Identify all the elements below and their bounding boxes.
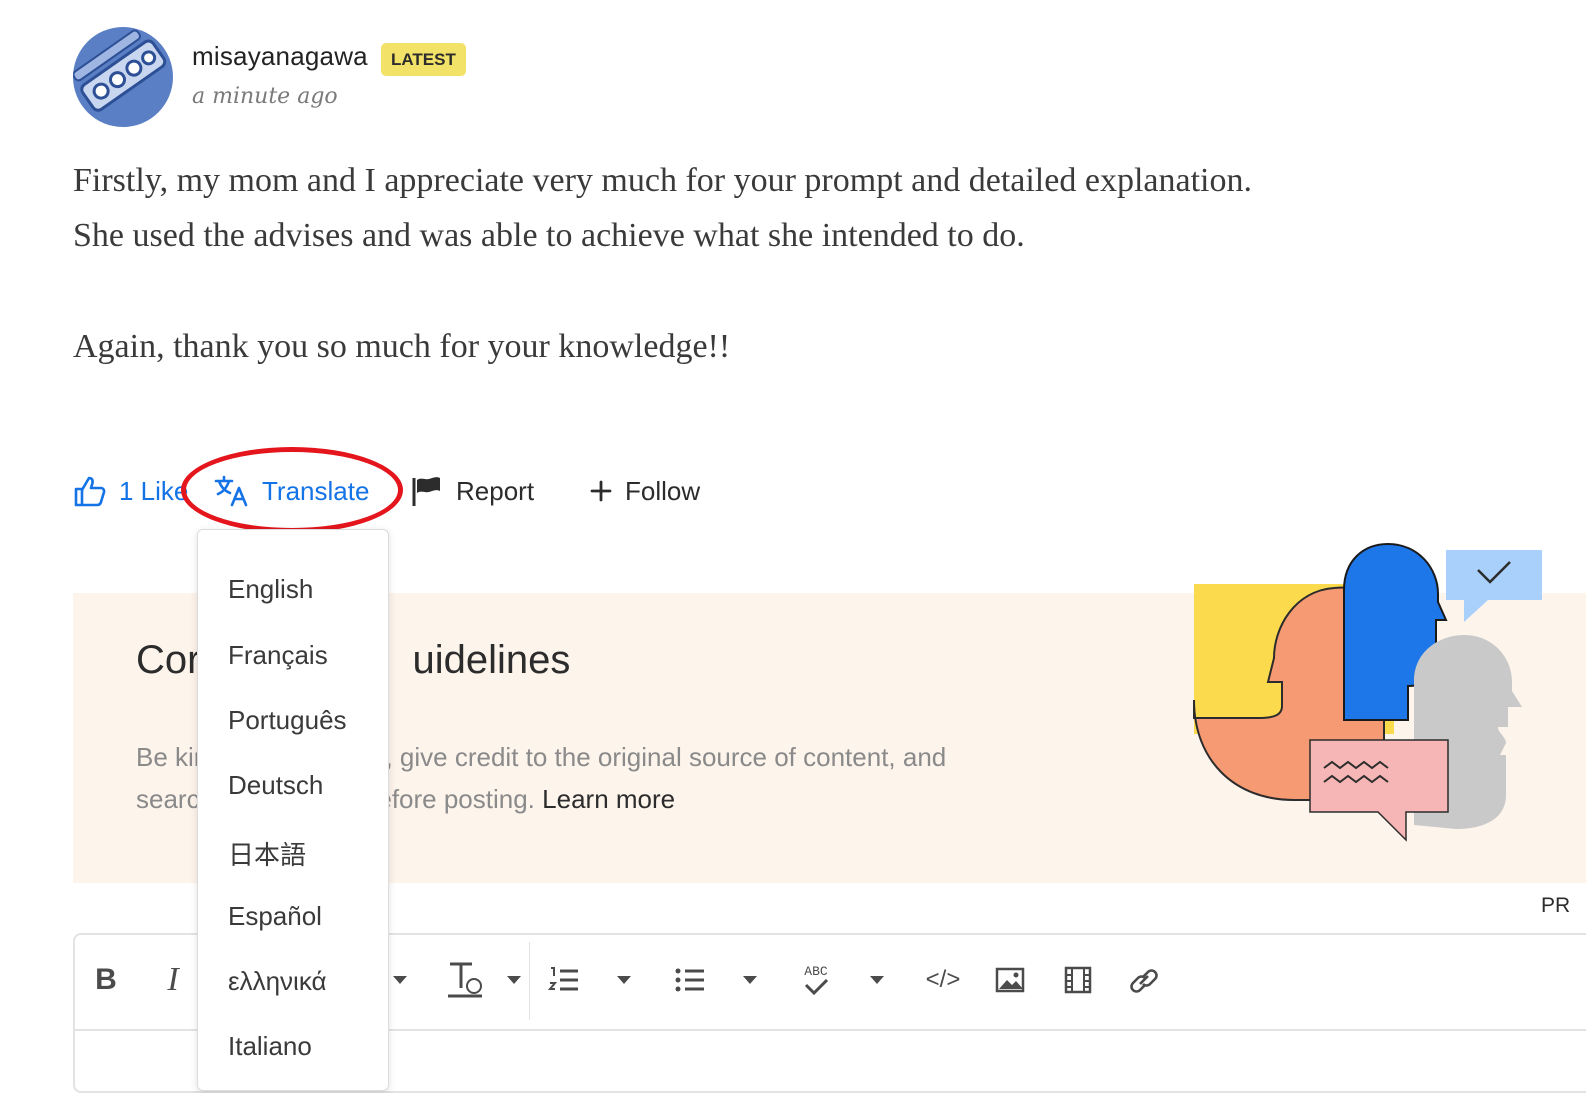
guidelines-text-part: efore posting. (377, 784, 535, 814)
spellcheck-button[interactable]: ABC (796, 958, 836, 1002)
post-author-name[interactable]: misayanagawa (192, 41, 368, 72)
italic-label: I (167, 961, 179, 998)
bullet-list-dropdown-arrow[interactable] (738, 958, 762, 1002)
guidelines-text-part: , give credit to the original source of … (385, 742, 947, 772)
text-style-button[interactable] (444, 958, 488, 1002)
user-avatar[interactable] (73, 27, 173, 127)
preview-tab-label[interactable]: PR (1541, 894, 1570, 918)
plus-icon (590, 480, 612, 502)
translate-button[interactable]: Translate (214, 474, 369, 508)
report-label: Report (456, 475, 535, 506)
report-button[interactable]: Report (410, 474, 534, 508)
language-option-portuguese[interactable]: Português (228, 705, 347, 736)
text-format-icon (448, 962, 482, 998)
insert-video-button[interactable] (1058, 958, 1098, 1002)
translate-icon (214, 475, 248, 507)
caret-down-icon (617, 976, 631, 984)
latest-badge: LATEST (381, 43, 466, 76)
language-option-japanese[interactable]: 日本語 (228, 835, 306, 872)
language-option-spanish[interactable]: Español (228, 901, 322, 932)
film-icon (1064, 966, 1092, 994)
post-timestamp: a minute ago (192, 84, 338, 109)
learn-more-link[interactable]: Learn more (542, 784, 675, 814)
bold-label: B (95, 963, 117, 996)
post-body-line: Again, thank you so much for your knowle… (73, 328, 731, 365)
language-option-greek[interactable]: ελληνικά (228, 966, 327, 997)
follow-button[interactable]: Follow (589, 474, 700, 508)
caret-down-icon (743, 976, 757, 984)
link-icon (1130, 969, 1158, 993)
post-body-line: She used the advises and was able to ach… (73, 217, 1025, 254)
bold-button[interactable]: B (88, 958, 124, 1002)
caret-down-icon (393, 976, 407, 984)
language-option-french[interactable]: Français (228, 640, 328, 671)
font-dropdown-arrow[interactable] (388, 958, 412, 1002)
guidelines-text-part: searcl (136, 784, 206, 814)
guidelines-text-part: Be kir (136, 742, 203, 772)
italic-button[interactable]: I (155, 958, 191, 1002)
bullet-list-button[interactable] (672, 958, 708, 1002)
image-icon (995, 967, 1025, 993)
check-icon (804, 979, 829, 995)
insert-link-button[interactable] (1124, 958, 1164, 1002)
translate-label: Translate (262, 475, 370, 506)
guidelines-title-part: uidelines (412, 638, 571, 682)
caret-down-icon (870, 976, 884, 984)
spellcheck-dropdown-arrow[interactable] (865, 958, 889, 1002)
code-label: </> (925, 966, 961, 993)
like-button[interactable]: 1 Like (73, 474, 188, 508)
bullet-list-icon (675, 968, 704, 992)
post-body-line: Firstly, my mom and I appreciate very mu… (73, 162, 1252, 199)
guidelines-title-part: Cor (136, 638, 201, 682)
text-style-dropdown-arrow[interactable] (502, 958, 526, 1002)
follow-label: Follow (625, 475, 701, 506)
caret-down-icon (507, 976, 521, 984)
thumbs-up-icon (74, 476, 106, 507)
like-count-label: 1 Like (119, 475, 189, 506)
insert-image-button[interactable] (990, 958, 1030, 1002)
community-illustration (1188, 540, 1586, 850)
code-button[interactable]: </> (920, 958, 966, 1002)
language-option-german[interactable]: Deutsch (228, 770, 323, 801)
numbered-list-icon (548, 967, 578, 991)
language-option-italian[interactable]: Italiano (228, 1031, 312, 1062)
toolbar-separator (529, 942, 530, 1020)
language-option-english[interactable]: English (228, 574, 313, 605)
spellcheck-label: ABC (804, 964, 828, 979)
translate-language-menu: English Français Português Deutsch 日本語 E… (197, 529, 389, 1091)
numbered-list-button[interactable] (546, 958, 582, 1002)
flag-icon (412, 477, 440, 506)
numbered-list-dropdown-arrow[interactable] (612, 958, 636, 1002)
